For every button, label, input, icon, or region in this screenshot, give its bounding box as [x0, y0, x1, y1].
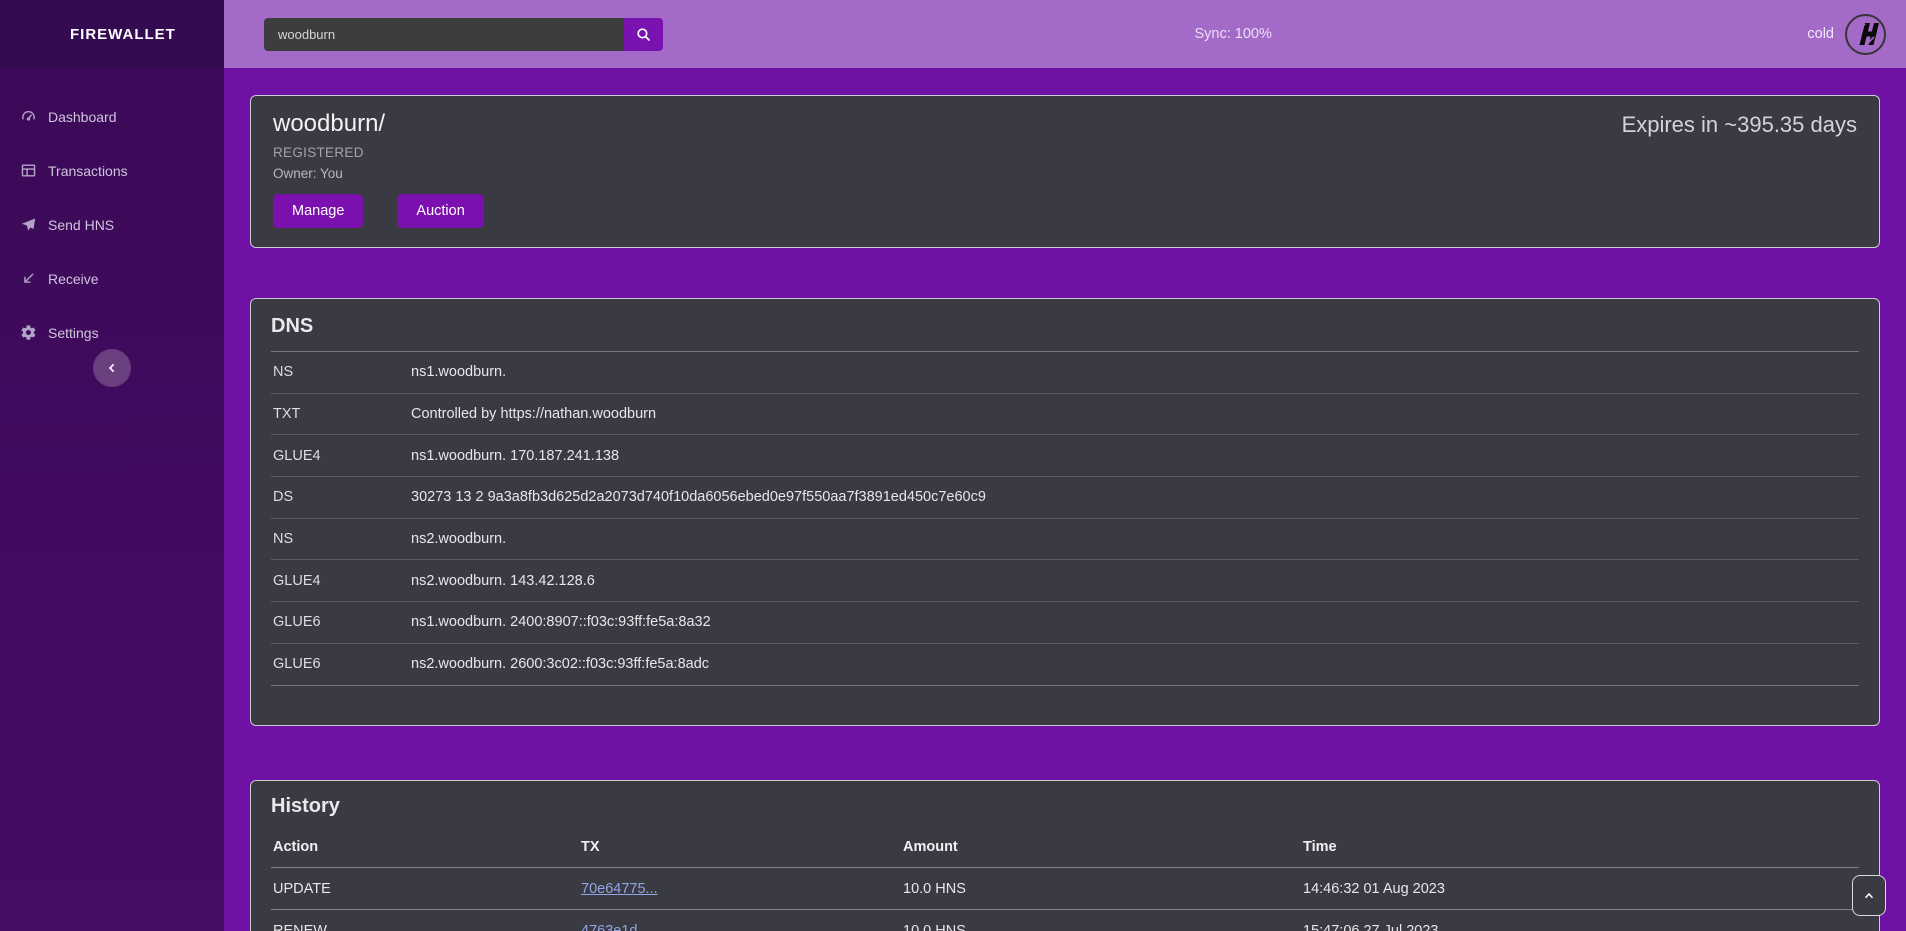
sidebar-item-label: Settings	[48, 325, 99, 341]
dns-record-type: NS	[271, 364, 411, 380]
name-actions: Manage Auction	[273, 194, 1857, 228]
main-content: woodburn/ REGISTERED Owner: You Manage A…	[224, 68, 1906, 931]
expiry-label: Expires in ~395.35 days	[1622, 112, 1857, 138]
arrow-down-left-icon	[20, 270, 37, 287]
history-amount: 10.0 HNS	[903, 881, 1303, 897]
brand: FIREWALLET	[0, 0, 224, 68]
history-title: History	[271, 795, 1859, 818]
dns-record-row: GLUE6ns2.woodburn. 2600:3c02::f03c:93ff:…	[271, 644, 1859, 686]
dns-record-type: GLUE4	[271, 448, 411, 464]
dns-record-row: GLUE4ns2.woodburn. 143.42.128.6	[271, 560, 1859, 602]
history-col-action: Action	[271, 839, 581, 855]
dns-record-type: DS	[271, 489, 411, 505]
dns-record-row: NSns1.woodburn.	[271, 352, 1859, 394]
handshake-avatar[interactable]	[1845, 14, 1886, 55]
search-input[interactable]	[264, 18, 624, 51]
dns-record-type: TXT	[271, 406, 411, 422]
auction-button[interactable]: Auction	[397, 194, 483, 228]
history-tx: 4763e1d...	[581, 923, 903, 931]
history-tx: 70e64775...	[581, 881, 903, 897]
search-icon	[635, 26, 652, 43]
sidebar-collapse-button[interactable]	[93, 349, 131, 387]
name-card: woodburn/ REGISTERED Owner: You Manage A…	[250, 95, 1880, 248]
history-action: UPDATE	[271, 881, 581, 897]
sidebar-item-transactions[interactable]: Transactions	[0, 148, 224, 193]
dns-record-value: ns2.woodburn.	[411, 531, 506, 547]
tx-link[interactable]: 4763e1d...	[581, 923, 650, 931]
dns-record-row: NSns2.woodburn.	[271, 519, 1859, 561]
sidebar-item-dashboard[interactable]: Dashboard	[0, 94, 224, 139]
history-col-amount: Amount	[903, 839, 1303, 855]
history-col-time: Time	[1303, 839, 1859, 855]
brand-name: FIREWALLET	[70, 26, 176, 43]
sidebar-item-send-hns[interactable]: Send HNS	[0, 202, 224, 247]
dns-record-value: ns1.woodburn. 2400:8907::f03c:93ff:fe5a:…	[411, 614, 711, 630]
sidebar-item-label: Transactions	[48, 163, 128, 179]
handshake-logo-icon	[1851, 19, 1881, 49]
sidebar: FIREWALLET Dashboard Transactions Send HNS…	[0, 0, 224, 931]
history-header-row: ActionTXAmountTime	[271, 830, 1859, 868]
history-card: History ActionTXAmountTime UPDATE70e6477…	[250, 780, 1880, 931]
search-group	[264, 18, 663, 51]
sidebar-item-label: Send HNS	[48, 217, 114, 233]
dns-record-value: ns2.woodburn. 2600:3c02::f03c:93ff:fe5a:…	[411, 656, 709, 672]
sync-status: Sync: 100%	[1194, 26, 1271, 42]
dns-table: NSns1.woodburn.TXTControlled by https://…	[271, 351, 1859, 686]
manage-button[interactable]: Manage	[273, 194, 363, 228]
sidebar-item-receive[interactable]: Receive	[0, 256, 224, 301]
dns-record-value: 30273 13 2 9a3a8fb3d625d2a2073d740f10da6…	[411, 489, 986, 505]
sidebar-item-label: Dashboard	[48, 109, 117, 125]
dns-record-value: ns2.woodburn. 143.42.128.6	[411, 573, 595, 589]
table-icon	[20, 162, 37, 179]
domain-name-title: woodburn/	[273, 110, 1857, 138]
dns-record-type: GLUE6	[271, 614, 411, 630]
history-rows: UPDATE70e64775...10.0 HNS14:46:32 01 Aug…	[271, 868, 1859, 931]
dns-record-type: NS	[271, 531, 411, 547]
dns-record-value: ns1.woodburn.	[411, 364, 506, 380]
wallet-account[interactable]: cold	[1807, 14, 1886, 55]
history-row: RENEW4763e1d... 10.0 HNS15:47:06 27 Jul 2…	[271, 910, 1859, 931]
history-time: 14:46:32 01 Aug 2023	[1303, 881, 1859, 897]
dns-record-type: GLUE4	[271, 573, 411, 589]
registration-status: REGISTERED	[273, 145, 1857, 160]
chevron-left-icon	[104, 360, 120, 376]
dns-record-row: DS30273 13 2 9a3a8fb3d625d2a2073d740f10d…	[271, 477, 1859, 519]
tx-link[interactable]: 70e64775...	[581, 881, 658, 897]
dns-record-type: GLUE6	[271, 656, 411, 672]
dns-record-row: GLUE6ns1.woodburn. 2400:8907::f03c:93ff:…	[271, 602, 1859, 644]
topbar: Sync: 100% cold	[224, 0, 1906, 68]
history-table: ActionTXAmountTime UPDATE70e64775... 10.0…	[271, 830, 1859, 931]
sidebar-item-label: Receive	[48, 271, 99, 287]
dns-record-row: TXTControlled by https://nathan.woodburn	[271, 394, 1859, 436]
firewallet-logo-icon	[14, 14, 58, 54]
history-time: 15:47:06 27 Jul 2023	[1303, 923, 1859, 931]
dns-record-value: Controlled by https://nathan.woodburn	[411, 406, 656, 422]
owner-label: Owner: You	[273, 166, 1857, 181]
search-button[interactable]	[624, 18, 663, 51]
dns-record-value: ns1.woodburn. 170.187.241.138	[411, 448, 619, 464]
dns-title: DNS	[271, 315, 1859, 338]
history-col-tx: TX	[581, 839, 903, 855]
gauge-icon	[20, 108, 37, 125]
history-action: RENEW	[271, 923, 581, 931]
chevron-up-icon	[1862, 889, 1876, 903]
sidebar-nav: Dashboard Transactions Send HNS Receive Sett…	[0, 94, 224, 364]
scroll-to-top-button[interactable]	[1852, 875, 1886, 916]
dns-card: DNS NSns1.woodburn.TXTControlled by http…	[250, 298, 1880, 726]
history-row: UPDATE70e64775... 10.0 HNS14:46:32 01 Aug…	[271, 868, 1859, 910]
paper-plane-icon	[20, 216, 37, 233]
wallet-name-label: cold	[1807, 26, 1834, 42]
dns-record-row: GLUE4ns1.woodburn. 170.187.241.138	[271, 435, 1859, 477]
history-amount: 10.0 HNS	[903, 923, 1303, 931]
gear-icon	[20, 324, 37, 341]
